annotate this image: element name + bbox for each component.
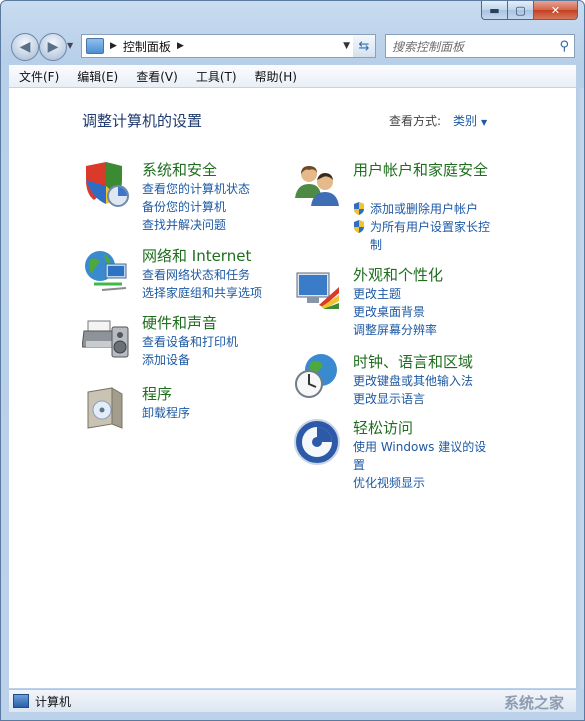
status-text: 计算机	[35, 694, 72, 709]
link-add-device[interactable]: 添加设备	[142, 351, 238, 369]
right-arrow-icon: ▶	[47, 39, 59, 55]
shield-system-icon[interactable]	[82, 160, 130, 208]
menu-edit[interactable]: 编辑(E)	[67, 68, 126, 85]
clock-globe-icon[interactable]	[293, 352, 341, 400]
link-uninstall-program[interactable]: 卸载程序	[142, 404, 190, 422]
forward-button[interactable]: ▶	[39, 33, 67, 61]
link-add-remove-accounts[interactable]: 添加或删除用户帐户	[353, 200, 498, 218]
menu-view[interactable]: 查看(V)	[126, 68, 186, 85]
printer-speaker-icon[interactable]	[82, 313, 130, 361]
category-network-internet: 网络和 Internet 查看网络状态和任务 选择家庭组和共享选项	[82, 246, 292, 306]
category-programs: 程序 卸载程序	[82, 384, 292, 434]
category-title-network-internet[interactable]: 网络和 Internet	[142, 246, 251, 266]
menu-help[interactable]: 帮助(H)	[245, 68, 305, 85]
control-panel-window: ▬ ▢ ✕ ◀ ▶ ▼ ▶ 控制面板 ▶ ▼ ⇆ 搜索控制面板 ⚲ 文件(F) …	[0, 0, 585, 721]
ease-of-access-icon[interactable]	[293, 418, 341, 466]
link-display-language[interactable]: 更改显示语言	[353, 390, 473, 408]
search-box[interactable]: 搜索控制面板 ⚲	[385, 34, 575, 58]
navigation-bar: ◀ ▶ ▼ ▶ 控制面板 ▶ ▼ ⇆ 搜索控制面板 ⚲	[9, 31, 576, 61]
uac-shield-icon	[354, 220, 364, 233]
refresh-icon: ⇆	[358, 38, 370, 54]
window-right-border	[576, 88, 584, 689]
link-optimize-video-display[interactable]: 优化视频显示	[353, 474, 493, 492]
recent-pages-dropdown[interactable]: ▼	[67, 41, 73, 50]
search-input[interactable]: 搜索控制面板	[392, 38, 559, 55]
network-globe-icon[interactable]	[82, 246, 130, 294]
computer-icon	[13, 694, 29, 708]
maximize-button[interactable]: ▢	[508, 1, 534, 20]
category-title-appearance[interactable]: 外观和个性化	[353, 265, 443, 285]
category-title-clock-language-region[interactable]: 时钟、语言和区域	[353, 352, 473, 372]
link-desktop-background[interactable]: 更改桌面背景	[353, 303, 437, 321]
link-homegroup-sharing[interactable]: 选择家庭组和共享选项	[142, 284, 262, 302]
breadcrumb-separator-icon[interactable]: ▶	[177, 41, 184, 51]
link-keyboard-input[interactable]: 更改键盘或其他输入法	[353, 372, 473, 390]
category-title-system-security[interactable]: 系统和安全	[142, 160, 217, 180]
breadcrumb-separator-icon[interactable]: ▶	[110, 41, 117, 51]
refresh-button[interactable]: ⇆	[353, 34, 376, 58]
minimize-button[interactable]: ▬	[481, 1, 508, 20]
link-text: 为所有用户设置家长控制	[370, 220, 491, 252]
link-parental-controls[interactable]: 为所有用户设置家长控制	[353, 218, 498, 254]
category-clock-language-region: 时钟、语言和区域 更改键盘或其他输入法 更改显示语言	[293, 352, 503, 412]
chevron-down-icon: ▼	[481, 118, 488, 127]
link-backup-computer[interactable]: 备份您的计算机	[142, 198, 250, 216]
users-icon[interactable]	[293, 160, 341, 208]
programs-box-icon[interactable]	[82, 384, 130, 432]
monitor-paint-icon[interactable]	[293, 265, 341, 313]
close-button[interactable]: ✕	[534, 1, 578, 20]
menu-bar: 文件(F) 编辑(E) 查看(V) 工具(T) 帮助(H)	[9, 65, 576, 88]
link-windows-recommended-settings[interactable]: 使用 Windows 建议的设置	[353, 438, 493, 474]
link-change-theme[interactable]: 更改主题	[353, 285, 437, 303]
control-panel-icon	[86, 38, 104, 54]
magnifier-icon[interactable]: ⚲	[559, 39, 569, 54]
category-hardware-sound: 硬件和声音 查看设备和打印机 添加设备	[82, 313, 292, 373]
back-button[interactable]: ◀	[11, 33, 39, 61]
breadcrumb-control-panel[interactable]: 控制面板	[123, 38, 171, 55]
watermark-logo: 系统之家	[503, 694, 564, 712]
link-network-status[interactable]: 查看网络状态和任务	[142, 266, 262, 284]
link-troubleshoot[interactable]: 查找并解决问题	[142, 216, 250, 234]
uac-shield-icon	[354, 202, 364, 215]
left-arrow-icon: ◀	[19, 39, 31, 55]
chevron-down-icon: ▼	[67, 41, 74, 50]
status-bar: 计算机 系统之家	[9, 689, 576, 712]
category-user-accounts: 用户帐户和家庭安全 添加或删除用户帐户 为所有用户设置家长控制	[293, 160, 503, 252]
link-devices-printers[interactable]: 查看设备和打印机	[142, 333, 238, 351]
category-appearance: 外观和个性化 更改主题 更改桌面背景 调整屏幕分辨率	[293, 265, 503, 337]
caption-buttons: ▬ ▢ ✕	[481, 1, 578, 21]
link-view-computer-status[interactable]: 查看您的计算机状态	[142, 180, 250, 198]
view-by-dropdown[interactable]: 类别 ▼	[453, 112, 487, 129]
link-text: 添加或删除用户帐户	[370, 202, 479, 216]
category-title-programs[interactable]: 程序	[142, 384, 172, 404]
address-dropdown-icon[interactable]: ▼	[343, 41, 350, 51]
category-title-user-accounts[interactable]: 用户帐户和家庭安全	[353, 160, 493, 180]
menu-file[interactable]: 文件(F)	[9, 68, 67, 85]
category-ease-of-access: 轻松访问 使用 Windows 建议的设置 优化视频显示	[293, 418, 503, 498]
view-by-value: 类别	[453, 114, 478, 128]
category-title-hardware-sound[interactable]: 硬件和声音	[142, 313, 217, 333]
category-system-security: 系统和安全 查看您的计算机状态 备份您的计算机 查找并解决问题	[82, 160, 292, 240]
category-title-ease-of-access[interactable]: 轻松访问	[353, 418, 413, 438]
link-screen-resolution[interactable]: 调整屏幕分辨率	[353, 321, 437, 339]
view-by-label: 查看方式:	[389, 114, 442, 128]
content-area: 调整计算机的设置 查看方式: 类别 ▼ 系统和安全 查看您的计算机状态 备份您的计…	[9, 88, 576, 688]
address-bar[interactable]: ▶ 控制面板 ▶ ▼	[81, 34, 355, 58]
page-title: 调整计算机的设置	[82, 112, 203, 130]
menu-tools[interactable]: 工具(T)	[186, 68, 245, 85]
